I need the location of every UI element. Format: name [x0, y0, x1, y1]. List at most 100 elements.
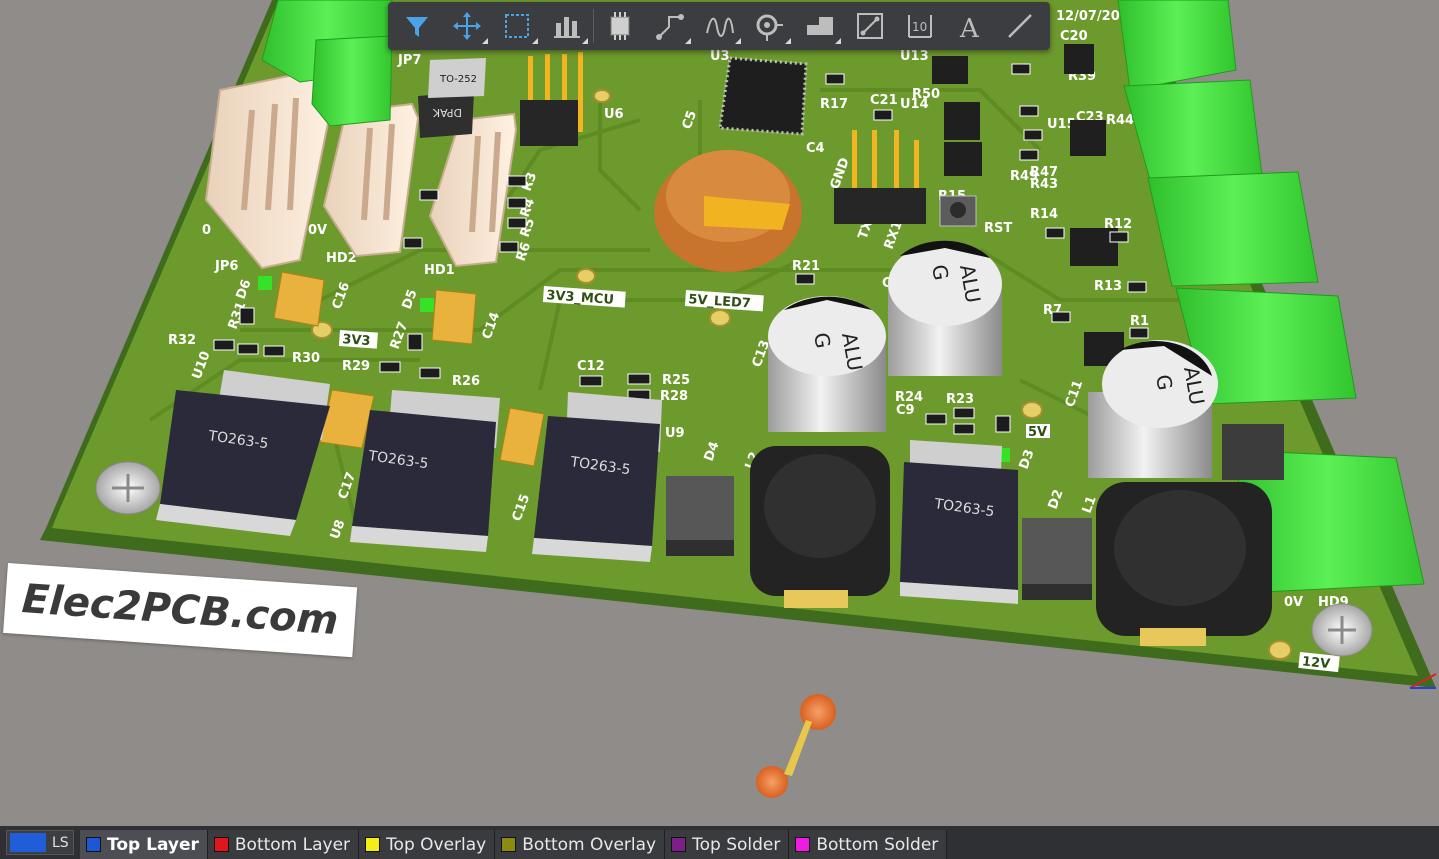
inductor-l2	[750, 446, 890, 608]
diode-d2	[1022, 518, 1092, 600]
regulator-u9: TO263-5	[532, 392, 662, 562]
label-r32: R32	[168, 333, 196, 348]
svg-text:A: A	[959, 14, 980, 43]
move-icon	[453, 12, 481, 40]
line-icon	[857, 13, 883, 39]
route-button[interactable]	[645, 4, 695, 48]
label-c9: C9	[896, 403, 915, 418]
label-c20: C20	[1060, 29, 1088, 44]
label-u3: U3	[710, 49, 730, 64]
filter-button[interactable]	[392, 4, 442, 48]
label-hd1: HD1	[424, 263, 455, 278]
interactive-route-button[interactable]	[695, 4, 745, 48]
submenu-indicator	[785, 38, 791, 44]
label-jp7: JP7	[397, 53, 421, 68]
layer-color-swatch	[365, 837, 381, 852]
layer-tab-bottom-layer[interactable]: Bottom Layer	[207, 830, 360, 859]
label-0v-bottom: 0V	[1284, 595, 1303, 610]
filter-icon	[406, 17, 428, 37]
svg-text:5V: 5V	[1028, 425, 1047, 440]
layer-tab-label: Bottom Solder	[816, 834, 939, 855]
layer-color-swatch	[671, 837, 687, 852]
polygon-button[interactable]	[795, 4, 845, 48]
select-rect-icon	[505, 14, 529, 38]
label-c12: C12	[577, 359, 605, 374]
layer-color-swatch	[86, 837, 101, 852]
diode-d4	[666, 476, 734, 556]
layer-tabs-bar: LS Top Layer Bottom Layer Top Overlay Botto…	[0, 826, 1439, 859]
layer-tab-top-overlay[interactable]: Top Overlay	[359, 830, 496, 859]
line-button[interactable]	[845, 4, 895, 48]
layer-tab-label: Top Layer	[107, 834, 199, 855]
label-todo-cap: 0	[202, 223, 211, 238]
label-jp6: JP6	[214, 259, 238, 274]
label-u9: U9	[665, 426, 685, 441]
submenu-indicator	[582, 38, 588, 44]
submenu-indicator	[685, 38, 691, 44]
mcu-chip	[718, 56, 808, 136]
label-r49: R49	[1010, 169, 1038, 184]
layer-tab-label: Top Overlay	[386, 834, 487, 855]
via-button[interactable]	[745, 4, 795, 48]
via-icon	[756, 14, 783, 41]
submenu-indicator	[532, 38, 538, 44]
label-rst: RST	[984, 221, 1012, 236]
toolbar-separator	[593, 9, 594, 43]
label-r44: R44	[1106, 113, 1134, 128]
align-icon	[554, 17, 580, 38]
label-r30: R30	[292, 351, 320, 366]
layer-tab-label: Bottom Layer	[234, 834, 351, 855]
label-r17: R17	[820, 97, 848, 112]
layer-set-label: LS	[52, 834, 69, 851]
submenu-indicator	[735, 38, 741, 44]
svg-text:DPAK: DPAK	[432, 106, 462, 119]
label-c21: C21	[870, 93, 898, 108]
submenu-indicator	[835, 38, 841, 44]
move-button[interactable]	[442, 4, 492, 48]
text-button[interactable]: A	[945, 4, 995, 48]
route-icon	[656, 14, 684, 40]
layer-tab-label: Bottom Overlay	[522, 834, 657, 855]
floating-toolbar: 10 A	[388, 2, 1050, 50]
reset-button	[939, 195, 977, 227]
align-button[interactable]	[542, 4, 592, 48]
select-rect-button[interactable]	[492, 4, 542, 48]
layer-color-swatch	[795, 837, 811, 852]
label-u6: U6	[604, 107, 624, 122]
label-c4: C4	[806, 141, 825, 156]
layer-tab-bottom-overlay[interactable]: Bottom Overlay	[495, 830, 666, 859]
layer-color-swatch	[501, 837, 517, 852]
component-button[interactable]	[595, 4, 645, 48]
svg-text:12V: 12V	[1301, 654, 1331, 672]
cap-c10: ALU G	[888, 240, 1002, 376]
label-r14: R14	[1030, 207, 1058, 222]
layer-set-button[interactable]: LS	[6, 830, 74, 855]
label-r23: R23	[946, 392, 974, 407]
draw-line-button[interactable]	[995, 4, 1045, 48]
layer-tab-bottom-solder[interactable]: Bottom Solder	[789, 830, 948, 859]
layer-color-swatch	[213, 837, 229, 852]
draw-line-icon	[1008, 14, 1032, 38]
dimension-button[interactable]: 10	[895, 4, 945, 48]
label-u14: U14	[900, 97, 929, 112]
pcb-scene[interactable]: 12/07/2019 JP6 HD2 HD1 JP7 U10 U8 U9 C13…	[0, 0, 1439, 826]
regulator-u3: TO263-5	[900, 440, 1018, 604]
submenu-indicator	[482, 38, 488, 44]
layer-tab-top-layer[interactable]: Top Layer	[80, 830, 208, 859]
label-r26: R26	[452, 374, 480, 389]
text-icon: A	[959, 14, 980, 43]
interactive-route-icon	[706, 17, 734, 37]
label-u13: U13	[900, 49, 929, 64]
pcb-3d-viewport[interactable]: 12/07/2019 JP6 HD2 HD1 JP7 U10 U8 U9 C13…	[0, 0, 1439, 826]
svg-text:10: 10	[912, 20, 927, 34]
label-r28: R28	[660, 389, 688, 404]
label-0v-left: 0V	[308, 223, 327, 238]
origin-marker[interactable]	[756, 694, 836, 798]
cap-c13: ALU G	[768, 296, 886, 432]
label-r13: R13	[1094, 279, 1122, 294]
label-r21: R21	[792, 259, 820, 274]
label-r1: R1	[1130, 314, 1149, 329]
dimension-icon: 10	[908, 15, 932, 38]
label-r25: R25	[662, 373, 690, 388]
layer-tab-top-solder[interactable]: Top Solder	[665, 830, 790, 859]
